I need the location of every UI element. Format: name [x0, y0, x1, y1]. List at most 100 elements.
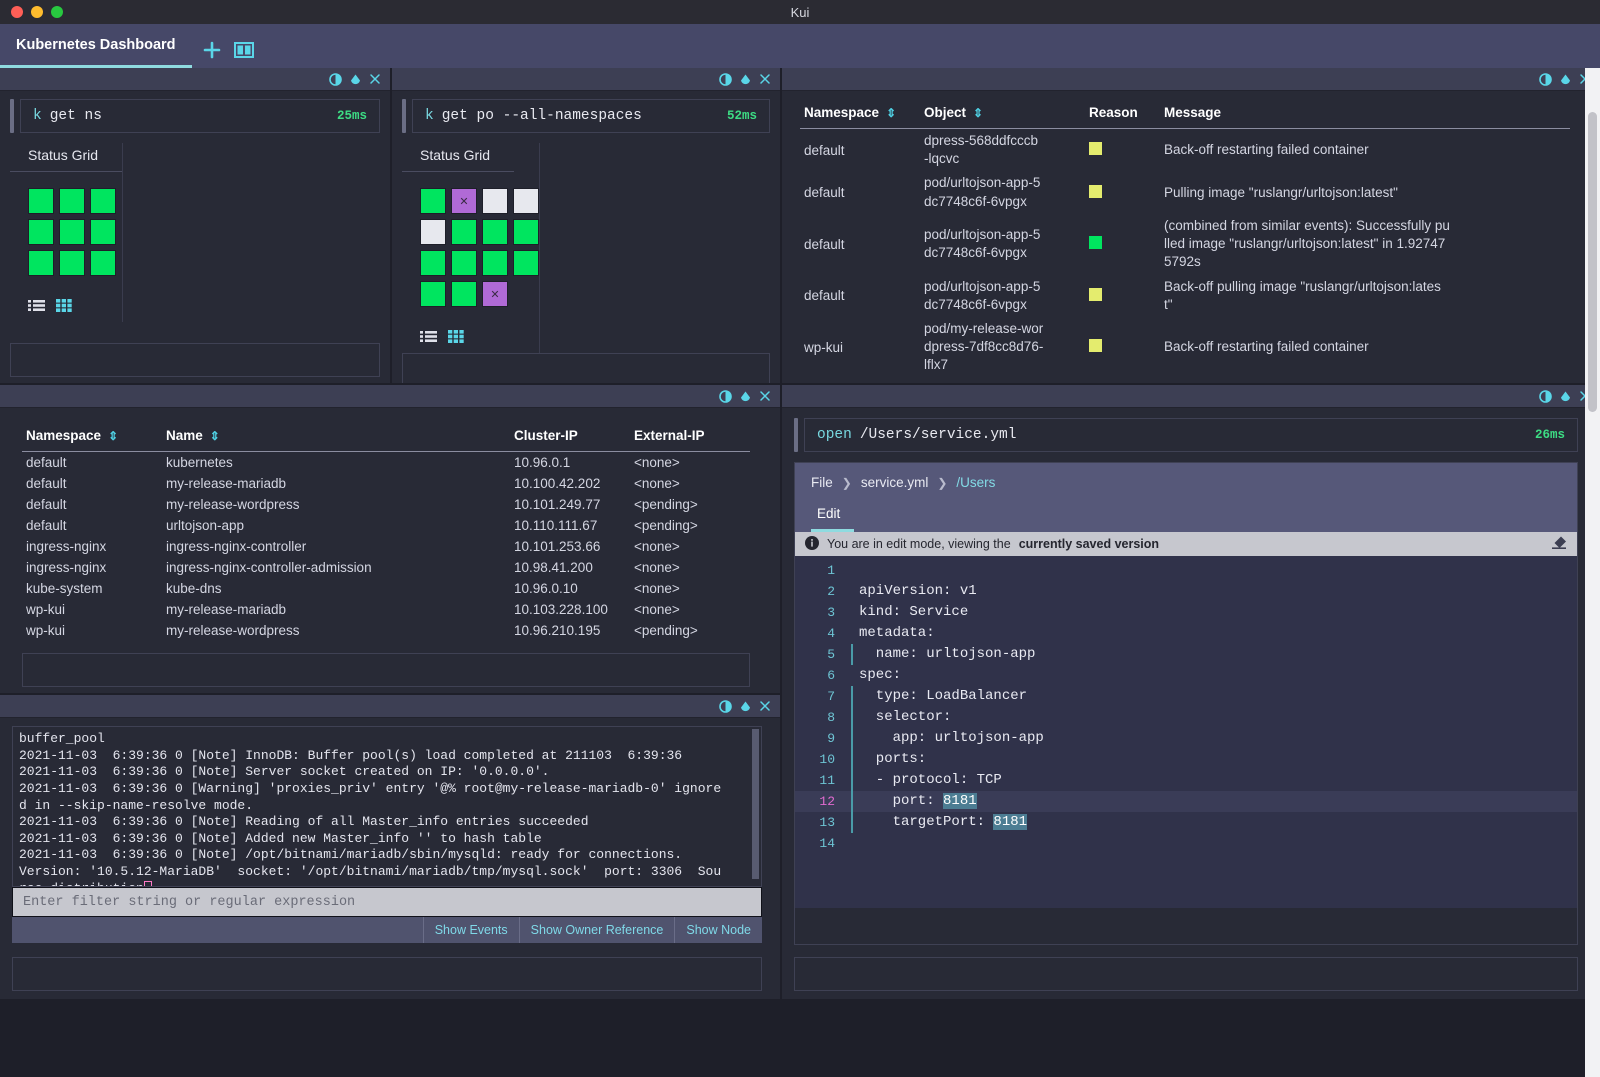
eraser-icon[interactable]	[1551, 535, 1567, 553]
next-command-input-services[interactable]	[22, 653, 750, 687]
status-cell[interactable]	[59, 219, 85, 245]
status-cell[interactable]	[59, 188, 85, 214]
close-icon[interactable]	[759, 73, 771, 85]
log-filter-input[interactable]: Enter filter string or regular expressio…	[12, 887, 762, 917]
plus-icon[interactable]	[202, 40, 222, 60]
table-row[interactable]: default kubernetes 10.96.0.1 <none>	[22, 452, 750, 474]
status-cell[interactable]	[420, 281, 446, 307]
log-scrollbar[interactable]	[752, 729, 759, 879]
screenshot-icon[interactable]	[739, 390, 752, 403]
contrast-icon[interactable]	[719, 73, 732, 86]
grid-view-icon[interactable]	[56, 299, 72, 312]
status-cell[interactable]	[420, 219, 446, 245]
screenshot-icon[interactable]	[1559, 73, 1572, 86]
contrast-icon[interactable]	[719, 390, 732, 403]
tab-kubernetes-dashboard[interactable]: Kubernetes Dashboard	[0, 24, 192, 68]
screenshot-icon[interactable]	[739, 73, 752, 86]
table-row[interactable]: kube-system kube-dns 10.96.0.10 <none>	[22, 578, 750, 599]
table-row[interactable]: wp-kui pod/my-release-wor dpress-7df8cc8…	[800, 317, 1570, 378]
status-cell[interactable]	[482, 250, 508, 276]
sort-icon[interactable]: ⇕	[886, 106, 896, 120]
command-echo-open-file[interactable]: open /Users/service.yml 26ms	[804, 418, 1578, 452]
screenshot-icon[interactable]	[349, 73, 362, 86]
window-scrollbar[interactable]	[1585, 68, 1600, 1077]
close-icon[interactable]	[369, 73, 381, 85]
sort-icon[interactable]: ⇕	[108, 429, 118, 443]
table-row[interactable]: ingress-nginx ingress-nginx-controller 1…	[22, 536, 750, 557]
status-cell[interactable]	[28, 219, 54, 245]
table-row[interactable]: default pod/urltojson-app-5 dc7748c6f-6v…	[800, 171, 1570, 213]
table-row[interactable]: wp-kui my-release-wordpress 10.96.210.19…	[22, 620, 750, 641]
contrast-icon[interactable]	[1539, 73, 1552, 86]
close-icon[interactable]	[759, 390, 771, 402]
breadcrumb-file[interactable]: File	[811, 475, 833, 490]
status-cell[interactable]	[482, 219, 508, 245]
status-cell[interactable]	[513, 188, 539, 214]
list-view-icon[interactable]	[420, 330, 437, 343]
command-echo-get-pods[interactable]: k get po --all-namespaces 52ms	[412, 99, 770, 133]
view-toggles	[402, 312, 539, 353]
status-cell[interactable]	[451, 250, 477, 276]
table-row[interactable]: default my-release-wordpress 10.101.249.…	[22, 494, 750, 515]
command-echo-get-ns[interactable]: k get ns 25ms	[20, 99, 380, 133]
table-row[interactable]: default urltojson-app 10.110.111.67 <pen…	[22, 515, 750, 536]
status-cell[interactable]	[451, 281, 477, 307]
next-command-input-editor[interactable]	[794, 957, 1578, 991]
maximize-window-button[interactable]	[51, 6, 63, 18]
list-view-icon[interactable]	[28, 299, 45, 312]
status-cell[interactable]	[420, 188, 446, 214]
tab-edit[interactable]: Edit	[811, 502, 854, 532]
show-owner-reference-button[interactable]: Show Owner Reference	[519, 917, 675, 943]
column-header-reason[interactable]: Reason	[1085, 99, 1160, 129]
status-cell[interactable]	[28, 250, 54, 276]
status-cell[interactable]	[90, 219, 116, 245]
close-window-button[interactable]	[11, 6, 23, 18]
screenshot-icon[interactable]	[1559, 390, 1572, 403]
log-output[interactable]: buffer_pool 2021-11-03 6:39:36 0 [Note] …	[12, 726, 762, 887]
screenshot-icon[interactable]	[739, 700, 752, 713]
contrast-icon[interactable]	[1539, 390, 1552, 403]
column-header-name[interactable]: Name⇕	[162, 422, 510, 452]
next-command-input-logs[interactable]	[12, 957, 762, 991]
status-cell[interactable]	[90, 250, 116, 276]
contrast-icon[interactable]	[719, 700, 732, 713]
split-pane-icon[interactable]	[234, 41, 254, 59]
sort-icon[interactable]: ⇕	[210, 429, 220, 443]
table-row[interactable]: ingress-nginx ingress-nginx-controller-a…	[22, 557, 750, 578]
show-events-button[interactable]: Show Events	[423, 917, 519, 943]
table-row[interactable]: default pod/urltojson-app-5 dc7748c6f-6v…	[800, 214, 1570, 275]
breadcrumb-path[interactable]: /Users	[956, 475, 995, 490]
cell-reason	[1085, 171, 1160, 213]
column-header-namespace[interactable]: Namespace⇕	[800, 99, 920, 129]
table-row[interactable]: default dpress-568ddfcccb -lqcvc Back-of…	[800, 129, 1570, 172]
status-cell[interactable]	[59, 250, 85, 276]
column-header-cluster-ip[interactable]: Cluster-IP	[510, 422, 630, 452]
status-cell[interactable]	[451, 219, 477, 245]
status-cell[interactable]	[420, 250, 446, 276]
minimize-window-button[interactable]	[31, 6, 43, 18]
status-cell[interactable]	[90, 188, 116, 214]
column-header-namespace[interactable]: Namespace⇕	[22, 422, 162, 452]
grid-view-icon[interactable]	[448, 330, 464, 343]
code-editor[interactable]: 1 2apiVersion: v1 3kind: Service 4metada…	[795, 556, 1577, 908]
status-cell[interactable]	[28, 188, 54, 214]
status-cell-error[interactable]: ✕	[482, 281, 508, 307]
next-command-input-ns[interactable]	[10, 343, 380, 377]
status-cell[interactable]	[482, 188, 508, 214]
table-row[interactable]: default my-release-mariadb 10.100.42.202…	[22, 473, 750, 494]
column-header-external-ip[interactable]: External-IP	[630, 422, 750, 452]
table-row[interactable]: wp-kui my-release-mariadb 10.103.228.100…	[22, 599, 750, 620]
breadcrumb-filename[interactable]: service.yml	[861, 475, 929, 490]
sort-icon[interactable]: ⇕	[973, 106, 983, 120]
contrast-icon[interactable]	[329, 73, 342, 86]
column-header-object[interactable]: Object⇕	[920, 99, 1085, 129]
status-cell[interactable]	[513, 219, 539, 245]
next-command-input-pods[interactable]	[402, 353, 770, 383]
show-node-button[interactable]: Show Node	[674, 917, 762, 943]
column-header-message[interactable]: Message	[1160, 99, 1570, 129]
status-cell-error[interactable]: ✕	[451, 188, 477, 214]
status-cell[interactable]	[513, 250, 539, 276]
close-icon[interactable]	[759, 700, 771, 712]
table-row[interactable]: default pod/urltojson-app-5 dc7748c6f-6v…	[800, 275, 1570, 317]
window-scrollbar-thumb[interactable]	[1588, 112, 1597, 412]
